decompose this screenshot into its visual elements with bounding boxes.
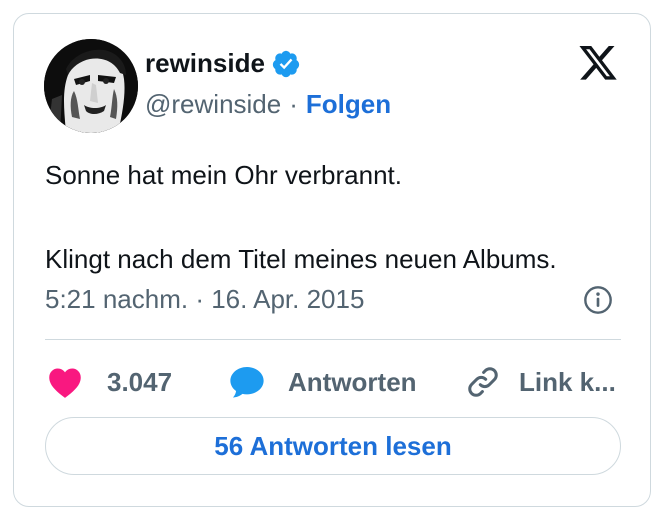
author-name-row: rewinside: [145, 48, 301, 79]
heart-icon: [49, 368, 81, 398]
action-bar: 3.047 Antworten Link k...: [45, 362, 635, 402]
link-icon: [468, 367, 498, 397]
display-name[interactable]: rewinside: [145, 48, 265, 79]
reply-button[interactable]: Antworten: [228, 362, 417, 402]
likes-count: 3.047: [107, 366, 173, 397]
like-button[interactable]: 3.047: [47, 362, 172, 402]
handle-row: @rewinside · Folgen: [145, 89, 391, 120]
tweet-timestamp[interactable]: 5:21 nachm. · 16. Apr. 2015: [45, 284, 364, 315]
read-replies-button[interactable]: 56 Antworten lesen: [45, 417, 621, 475]
reply-bubble-icon: [230, 366, 264, 398]
copy-link-label: Link k...: [519, 366, 616, 397]
copy-link-button[interactable]: Link k...: [465, 362, 616, 402]
tweet-text: Sonne hat mein Ohr verbrannt. Klingt nac…: [45, 156, 635, 278]
reply-label: Antworten: [288, 366, 417, 397]
tweet-text-line-1: Sonne hat mein Ohr verbrannt.: [45, 160, 402, 190]
verified-badge-icon: [271, 49, 301, 79]
handle-separator: ·: [289, 89, 298, 119]
tweet-embed-card: rewinside @rewinside · Folgen Sonne hat …: [13, 13, 651, 507]
divider: [45, 339, 621, 340]
tweet-text-line-2: Klingt nach dem Titel meines neuen Album…: [45, 244, 557, 274]
info-icon[interactable]: [582, 284, 614, 316]
x-logo-icon[interactable]: [577, 46, 619, 84]
author-handle[interactable]: @rewinside: [145, 89, 281, 120]
avatar[interactable]: [44, 39, 138, 133]
follow-button[interactable]: Folgen: [306, 89, 391, 120]
